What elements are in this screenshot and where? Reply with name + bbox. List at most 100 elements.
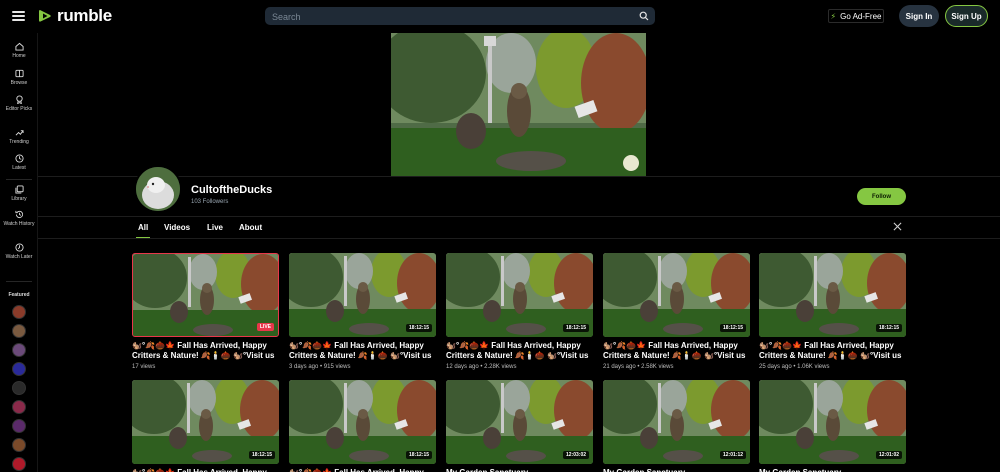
video-meta: 3 days ago • 915 views bbox=[289, 364, 351, 370]
featured-channel-avatar[interactable] bbox=[12, 457, 26, 471]
video-title[interactable]: 🐿️°🍂🌰🍁 Fall Has Arrived, Happy Critters &… bbox=[603, 341, 750, 360]
sidebar-item-label: Browse bbox=[10, 80, 28, 86]
video-card[interactable]: 18:12:15 🐿️°🍂🌰🍁 Fall Has Arrived, Happy Cr… bbox=[603, 253, 750, 370]
video-title-line: Critters & Nature! 🍂🕯️🌰 🐿️°Visit us ... bbox=[446, 350, 589, 360]
video-thumbnail[interactable]: 18:12:15 bbox=[759, 253, 906, 337]
video-card[interactable]: 12:03:02 My Garden Sanctuary bbox=[446, 380, 593, 472]
video-thumbnail[interactable]: 18:12:15 bbox=[132, 380, 279, 464]
video-title[interactable]: 🐿️°🍂🌰🍁 Fall Has Arrived, Happy bbox=[289, 468, 436, 472]
sidebar-item-label: Watch Later bbox=[5, 254, 33, 260]
video-thumbnail[interactable]: 12:01:12 bbox=[603, 380, 750, 464]
sign-in-button[interactable]: Sign In bbox=[899, 5, 939, 27]
video-meta: 17 views bbox=[132, 364, 156, 370]
featured-channel-avatar[interactable] bbox=[12, 419, 26, 433]
video-title-line: 🐿️°🍂🌰🍁 Fall Has Arrived, Happy bbox=[132, 468, 279, 472]
lightning-icon: ⚡ bbox=[830, 11, 837, 21]
video-thumbnail[interactable]: 18:12:15 bbox=[446, 253, 593, 337]
video-card[interactable]: 12:01:12 My Garden Sanctuary bbox=[603, 380, 750, 472]
video-card[interactable]: 12:01:02 My Garden Sanctuary bbox=[759, 380, 906, 472]
rumble-logo-icon bbox=[39, 10, 51, 22]
sidebar-item-watch-history[interactable]: Watch History bbox=[0, 210, 38, 227]
x-social-icon[interactable] bbox=[893, 222, 902, 231]
sidebar-item-browse[interactable]: Browse bbox=[0, 69, 38, 86]
go-ad-free-button[interactable]: ⚡ Go Ad-Free bbox=[828, 9, 884, 23]
sign-up-button[interactable]: Sign Up bbox=[945, 5, 988, 27]
sidebar-item-label: Library bbox=[11, 196, 27, 202]
video-card[interactable]: 18:12:15 🐿️°🍂🌰🍁 Fall Has Arrived, Happy Cr… bbox=[289, 253, 436, 370]
video-title[interactable]: My Garden Sanctuary bbox=[603, 468, 750, 472]
video-title[interactable]: 🐿️°🍂🌰🍁 Fall Has Arrived, Happy Critters &… bbox=[759, 341, 906, 360]
video-title-line: Critters & Nature! 🍂🕯️🌰 🐿️°Visit us ... bbox=[132, 350, 275, 360]
home-icon bbox=[14, 42, 24, 51]
featured-channel-avatar[interactable] bbox=[12, 362, 26, 376]
featured-channel-avatar[interactable] bbox=[12, 343, 26, 357]
tabs-divider-bottom bbox=[38, 238, 1000, 239]
tab-all[interactable]: All bbox=[135, 223, 151, 239]
video-title[interactable]: 🐿️°🍂🌰🍁 Fall Has Arrived, Happy Critters &… bbox=[132, 341, 279, 360]
sidebar-item-library[interactable]: Library bbox=[0, 185, 38, 202]
video-title-line: 🐿️°🍂🌰🍁 Fall Has Arrived, Happy bbox=[289, 468, 436, 472]
featured-channel-avatar[interactable] bbox=[12, 381, 26, 395]
video-card[interactable]: 18:12:15 🐿️°🍂🌰🍁 Fall Has Arrived, Happy Cr… bbox=[446, 253, 593, 370]
video-title[interactable]: 🐿️°🍂🌰🍁 Fall Has Arrived, Happy bbox=[132, 468, 279, 472]
featured-channel-avatar[interactable] bbox=[12, 305, 26, 319]
logo-text: rumble bbox=[57, 6, 112, 25]
video-title[interactable]: 🐿️°🍂🌰🍁 Fall Has Arrived, Happy Critters &… bbox=[446, 341, 593, 360]
video-title-line: 🐿️°🍂🌰🍁 Fall Has Arrived, Happy bbox=[759, 341, 894, 350]
video-thumbnail[interactable]: 18:12:15 bbox=[289, 253, 436, 337]
channel-avatar[interactable] bbox=[134, 165, 182, 213]
video-thumbnail[interactable]: 12:01:02 bbox=[759, 380, 906, 464]
rumble-logo[interactable]: rumble bbox=[37, 6, 112, 25]
sidebar-item-editor-picks[interactable]: Editor Picks bbox=[0, 95, 38, 112]
sidebar-item-home[interactable]: Home bbox=[0, 42, 38, 59]
duration-badge: 18:12:15 bbox=[405, 451, 432, 459]
video-title-line: 🐿️°🍂🌰🍁 Fall Has Arrived, Happy bbox=[603, 341, 738, 350]
video-card[interactable]: LIVE 🐿️°🍂🌰🍁 Fall Has Arrived, Happy Critte… bbox=[132, 253, 279, 370]
trending-icon bbox=[15, 130, 24, 136]
video-meta: 12 days ago • 2.28K views bbox=[446, 364, 517, 370]
sidebar-divider bbox=[6, 281, 32, 282]
channel-banner bbox=[391, 33, 646, 176]
video-title[interactable]: 🐿️°🍂🌰🍁 Fall Has Arrived, Happy Critters &… bbox=[289, 341, 436, 360]
featured-channel-avatar[interactable] bbox=[12, 400, 26, 414]
tab-videos[interactable]: Videos bbox=[164, 223, 190, 232]
menu-icon[interactable] bbox=[12, 11, 25, 21]
search-input[interactable] bbox=[265, 8, 655, 26]
live-badge: LIVE bbox=[256, 323, 274, 331]
sidebar-item-label: Watch History bbox=[3, 221, 35, 227]
sidebar: Home Browse Editor Picks Trending Latest… bbox=[0, 33, 38, 472]
sidebar-item-label: Editor Picks bbox=[5, 106, 33, 112]
sidebar-item-label: Home bbox=[12, 53, 26, 59]
duration-badge: 12:01:12 bbox=[719, 451, 746, 459]
top-bar: rumble ⚡ Go Ad-Free Sign In Sign Up bbox=[0, 0, 1000, 33]
search-bar[interactable] bbox=[265, 7, 655, 26]
video-title[interactable]: My Garden Sanctuary bbox=[446, 468, 593, 472]
featured-channel-avatar[interactable] bbox=[12, 438, 26, 452]
duration-badge: 12:03:02 bbox=[562, 451, 589, 459]
video-title[interactable]: My Garden Sanctuary bbox=[759, 468, 906, 472]
search-icon[interactable] bbox=[639, 11, 649, 21]
sidebar-item-trending[interactable]: Trending bbox=[0, 128, 38, 145]
video-title-line: 🐿️°🍂🌰🍁 Fall Has Arrived, Happy bbox=[132, 341, 267, 350]
channel-name[interactable]: CultoftheDucks bbox=[191, 184, 272, 196]
video-thumbnail[interactable]: 12:03:02 bbox=[446, 380, 593, 464]
featured-channel-avatar[interactable] bbox=[12, 324, 26, 338]
video-thumbnail[interactable]: 18:12:15 bbox=[289, 380, 436, 464]
follow-button[interactable]: Follow bbox=[857, 188, 906, 205]
video-meta: 21 days ago • 2.58K views bbox=[603, 364, 674, 370]
banner-image bbox=[391, 33, 646, 176]
video-title-line: My Garden Sanctuary bbox=[446, 468, 593, 472]
video-card[interactable]: 18:12:15 🐿️°🍂🌰🍁 Fall Has Arrived, Happy bbox=[289, 380, 436, 472]
duration-badge: 18:12:15 bbox=[562, 324, 589, 332]
history-icon bbox=[14, 210, 23, 219]
tab-about[interactable]: About bbox=[239, 223, 262, 232]
sidebar-item-latest[interactable]: Latest bbox=[0, 154, 38, 171]
sidebar-item-watch-later[interactable]: Watch Later bbox=[0, 243, 38, 260]
tab-live[interactable]: Live bbox=[207, 223, 223, 232]
video-thumbnail[interactable]: 18:12:15 bbox=[603, 253, 750, 337]
video-title-line: Critters & Nature! 🍂🕯️🌰 🐿️°Visit us ... bbox=[759, 350, 902, 360]
video-card[interactable]: 18:12:15 🐿️°🍂🌰🍁 Fall Has Arrived, Happy Cr… bbox=[759, 253, 906, 370]
video-card[interactable]: 18:12:15 🐿️°🍂🌰🍁 Fall Has Arrived, Happy bbox=[132, 380, 279, 472]
duration-badge: 18:12:15 bbox=[405, 324, 432, 332]
video-thumbnail[interactable]: LIVE bbox=[132, 253, 279, 337]
